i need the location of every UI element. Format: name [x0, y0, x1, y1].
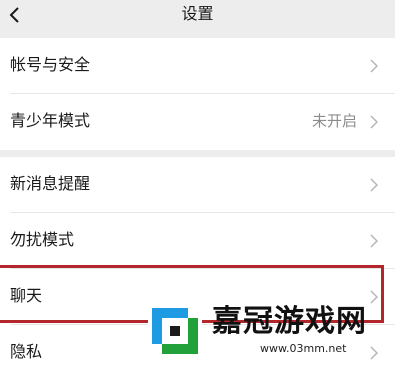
- watermark: 嘉冠游戏网 www.03mm.net: [142, 296, 395, 361]
- chevron-right-icon: [370, 178, 378, 192]
- settings-item-teen-mode[interactable]: 青少年模式 未开启: [0, 94, 395, 150]
- chevron-right-icon: [370, 115, 378, 129]
- settings-item-label: 隐私: [10, 342, 43, 361]
- watermark-url: www.03mm.net: [260, 342, 347, 355]
- settings-item-account-security[interactable]: 帐号与安全: [0, 38, 395, 94]
- settings-item-new-message-alerts[interactable]: 新消息提醒: [0, 157, 395, 213]
- settings-item-label: 帐号与安全: [10, 55, 91, 74]
- settings-item-label: 勿扰模式: [10, 230, 75, 249]
- settings-item-label: 新消息提醒: [10, 174, 91, 193]
- settings-item-do-not-disturb[interactable]: 勿扰模式: [0, 213, 395, 269]
- chevron-right-icon: [370, 59, 378, 73]
- settings-item-label: 聊天: [10, 286, 43, 305]
- settings-item-value: 未开启: [311, 112, 357, 130]
- page-title: 设置: [181, 4, 214, 23]
- chevron-right-icon: [370, 234, 378, 248]
- watermark-text: 嘉冠游戏网: [212, 304, 367, 339]
- watermark-logo-icon: [148, 304, 202, 358]
- settings-group-account: 帐号与安全 青少年模式 未开启: [0, 38, 395, 150]
- top-bar: 设置: [0, 0, 395, 30]
- settings-item-label: 青少年模式: [10, 111, 91, 130]
